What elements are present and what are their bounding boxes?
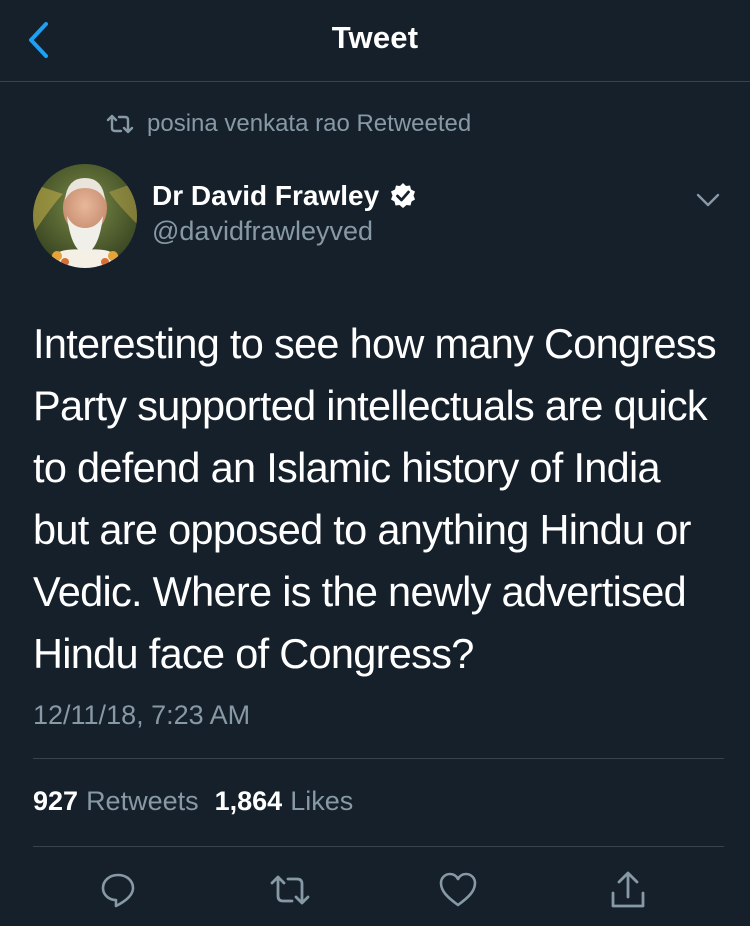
share-icon [611,871,645,908]
divider [33,758,724,759]
retweet-icon [106,114,134,134]
retweets-label: Retweets [86,786,199,816]
avatar[interactable] [33,164,137,268]
likes-count: 1,864 [214,786,283,816]
retweet-context-text: posina venkata rao Retweeted [147,110,472,137]
retweets-count: 927 [33,786,79,816]
reply-icon [101,873,135,908]
likes-label: Likes [290,786,354,816]
divider [33,846,724,847]
author-name[interactable]: Dr David Frawley [152,180,417,212]
author-name-text: Dr David Frawley [152,180,380,211]
retweet-context[interactable]: posina venkata rao Retweeted [105,108,471,140]
verified-badge-icon [391,183,416,208]
likes-stat[interactable]: 1,864 Likes [215,786,354,817]
chevron-down-icon [696,193,720,207]
reply-button[interactable] [96,868,140,912]
retweet-icon [270,875,310,905]
retweets-stat[interactable]: 927 Retweets [33,786,199,817]
retweet-button[interactable] [268,868,312,912]
share-button[interactable] [606,868,650,912]
tweet-timestamp: 12/11/18, 7:23 AM [33,700,251,730]
engagement-stats: 927 Retweets 1,864 Likes [33,786,353,817]
like-button[interactable] [436,868,480,912]
tweet-menu-button[interactable] [692,186,724,214]
author-handle[interactable]: @davidfrawleyved [152,216,373,247]
like-icon [439,872,477,907]
tweet-text: Interesting to see how many Congress Par… [33,320,717,677]
page-title: Tweet [331,20,419,55]
navigation-header: Tweet [0,0,750,82]
avatar-photo [33,164,137,268]
